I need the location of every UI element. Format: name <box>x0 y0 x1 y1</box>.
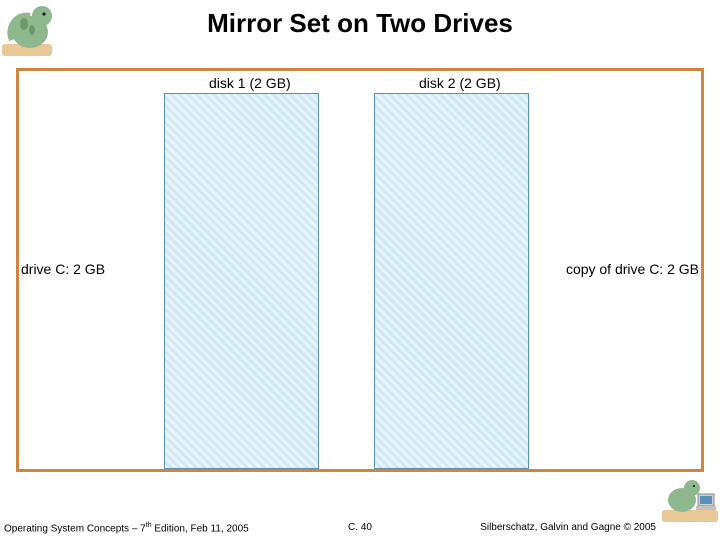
footer: Operating System Concepts – 7th Edition,… <box>4 522 716 536</box>
disk1-rect <box>164 93 319 469</box>
dinosaur-computer-icon <box>662 474 718 522</box>
drive-c-copy-label: copy of drive C: 2 GB <box>566 261 699 277</box>
page-title: Mirror Set on Two Drives <box>0 8 720 39</box>
footer-right: Silberschatz, Galvin and Gagne © 2005 <box>480 522 656 533</box>
disk2-header-label: disk 2 (2 GB) <box>419 75 501 91</box>
drive-c-label: drive C: 2 GB <box>21 261 105 277</box>
disk1-header-label: disk 1 (2 GB) <box>209 75 291 91</box>
disk2-rect <box>374 93 529 469</box>
mirror-diagram: disk 1 (2 GB) disk 2 (2 GB) drive C: 2 G… <box>16 68 704 472</box>
